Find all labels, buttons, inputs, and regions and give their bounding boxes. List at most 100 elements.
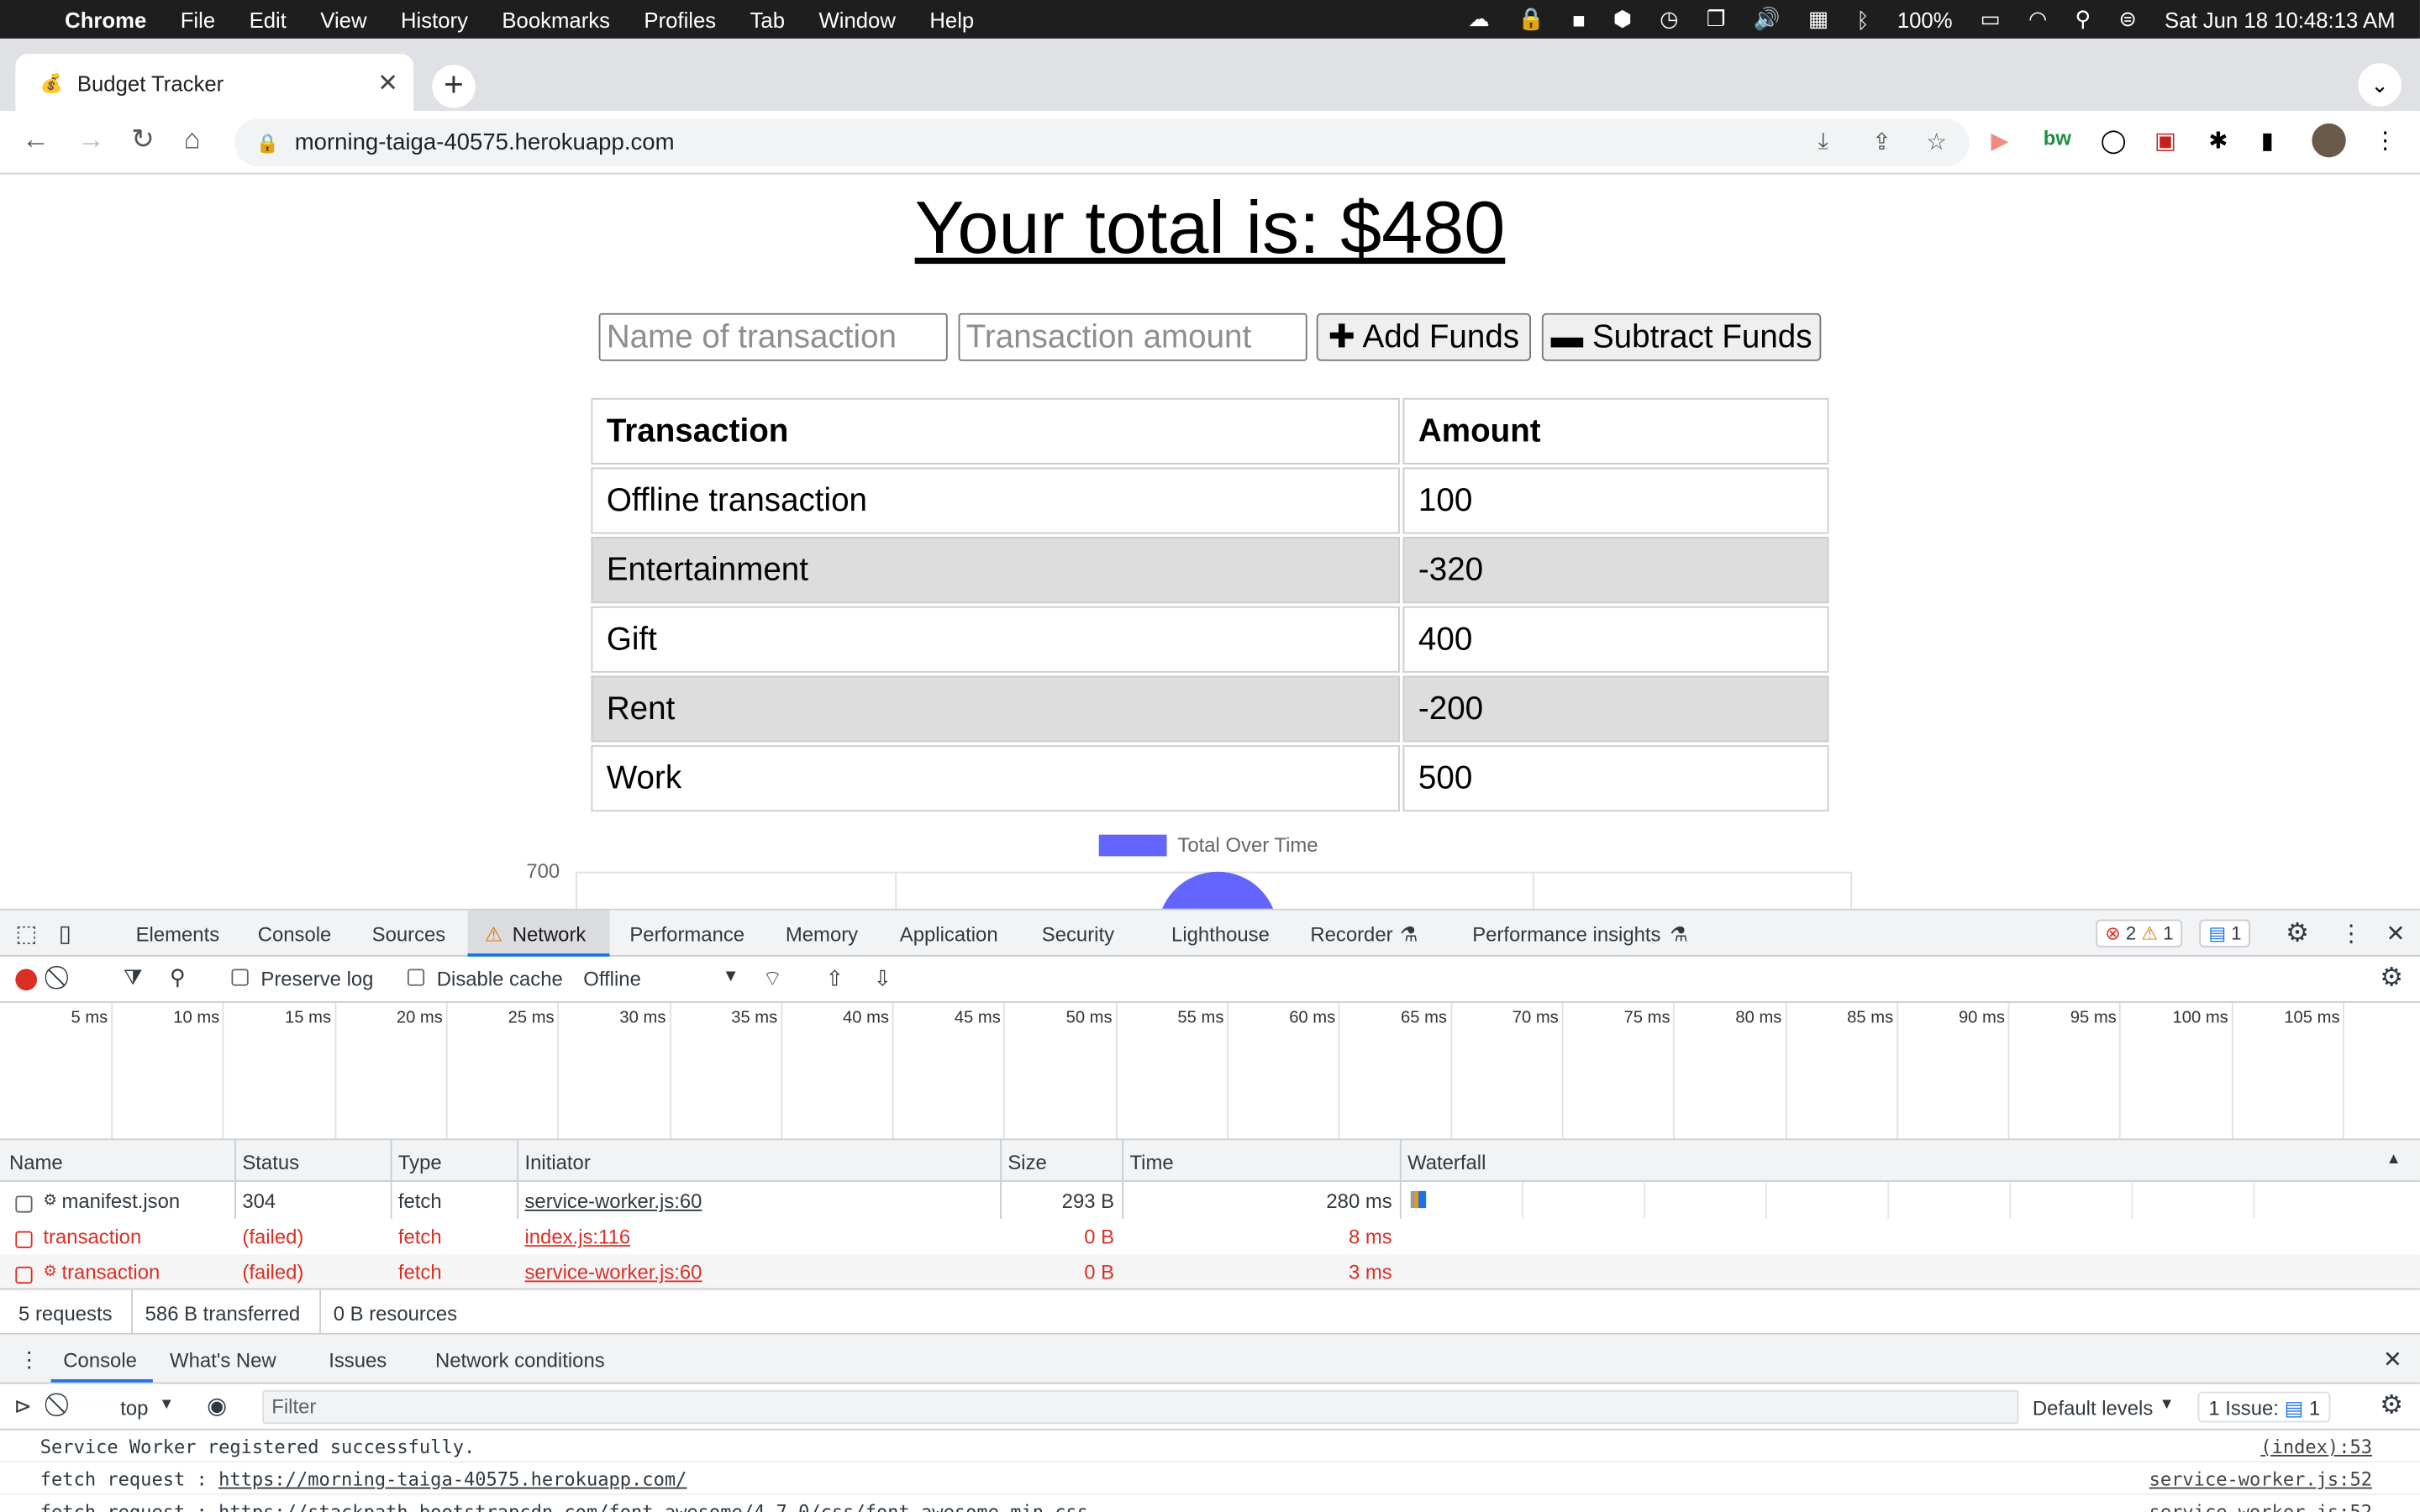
control-center-icon[interactable]: ⊜: [2118, 6, 2137, 32]
request-name[interactable]: transaction: [43, 1225, 141, 1248]
row-checkbox[interactable]: [15, 1191, 33, 1215]
reload-icon[interactable]: ↻: [131, 123, 155, 156]
chevron-down-icon[interactable]: ▼: [723, 968, 739, 986]
menu-bookmarks[interactable]: Bookmarks: [502, 7, 610, 31]
spotlight-search-icon[interactable]: ⚲: [2075, 6, 2091, 32]
waterfall-bar[interactable]: [1410, 1190, 1427, 1209]
extension-pdf-icon[interactable]: ▣: [2154, 127, 2176, 154]
close-tab-icon[interactable]: ✕: [377, 67, 398, 98]
import-har-icon[interactable]: ⇧: [826, 966, 844, 992]
home-icon[interactable]: ⌂: [184, 123, 201, 156]
menubar-clock[interactable]: Sat Jun 18 10:48:13 AM: [2165, 7, 2396, 31]
preserve-log-checkbox[interactable]: [231, 969, 249, 986]
chevron-down-icon[interactable]: ▼: [159, 1396, 174, 1413]
back-arrow-icon[interactable]: ←: [22, 123, 50, 156]
menu-file[interactable]: File: [181, 7, 215, 31]
request-name[interactable]: transaction: [61, 1261, 160, 1284]
install-app-icon[interactable]: ⤓: [1818, 128, 1828, 154]
col-size[interactable]: Size: [1007, 1151, 1046, 1174]
request-initiator[interactable]: service-worker.js:60: [524, 1261, 702, 1284]
console-message-link[interactable]: https://stackpath.bootstrapcdn.com/font-…: [218, 1501, 1088, 1512]
row-checkbox[interactable]: [15, 1262, 33, 1285]
tab-sources[interactable]: Sources: [372, 922, 446, 946]
menu-view[interactable]: View: [320, 7, 366, 31]
extension-code-icon[interactable]: ◯: [2101, 127, 2127, 154]
close-drawer-icon[interactable]: ✕: [2383, 1346, 2402, 1373]
close-devtools-icon[interactable]: ✕: [2386, 920, 2406, 948]
tab-recorder[interactable]: Recorder: [1310, 922, 1392, 946]
col-status[interactable]: Status: [242, 1151, 299, 1174]
bluetooth-icon[interactable]: ᛒ: [1856, 7, 1869, 31]
transaction-amount-input[interactable]: Transaction amount: [958, 312, 1307, 361]
menu-profiles[interactable]: Profiles: [644, 7, 716, 31]
add-funds-button[interactable]: ✚ Add Funds: [1316, 312, 1532, 361]
search-icon[interactable]: ⚲: [170, 964, 186, 990]
record-icon[interactable]: [15, 969, 38, 991]
console-message-source[interactable]: service-worker.js:52: [2149, 1469, 2372, 1491]
bookmark-star-icon[interactable]: ☆: [1926, 128, 1947, 155]
console-message-source[interactable]: service-worker.js:52: [2149, 1501, 2372, 1512]
tab-network[interactable]: Network: [513, 922, 587, 946]
menu-tab[interactable]: Tab: [750, 7, 785, 31]
address-bar[interactable]: 🔒 morning-taiga-40575.herokuapp.com ⤓ ⇪ …: [234, 118, 1970, 167]
forward-arrow-icon[interactable]: →: [77, 123, 105, 156]
network-settings-icon[interactable]: ⚙: [2380, 963, 2403, 994]
filter-icon[interactable]: ⧩: [124, 964, 143, 990]
throttle-select[interactable]: Offline: [583, 968, 641, 991]
messages-badge[interactable]: ▤ 1: [2199, 919, 2251, 948]
tab-security[interactable]: Security: [1042, 922, 1114, 946]
context-select[interactable]: top: [120, 1396, 148, 1420]
menu-history[interactable]: History: [401, 7, 468, 31]
device-toolbar-icon[interactable]: ▯: [59, 920, 71, 948]
sidebar-toggle-icon[interactable]: ⊳: [14, 1394, 33, 1420]
chrome-menu-icon[interactable]: ⋮: [2374, 127, 2397, 154]
profile-avatar[interactable]: [2312, 123, 2346, 158]
col-name[interactable]: Name: [9, 1151, 63, 1174]
creative-cloud-icon[interactable]: ☁: [1468, 6, 1490, 32]
sort-up-icon[interactable]: ▲: [2386, 1151, 2402, 1168]
settings-gear-icon[interactable]: ⚙: [2286, 918, 2309, 949]
drawer-tab-issues[interactable]: Issues: [329, 1348, 387, 1372]
col-waterfall[interactable]: Waterfall: [1407, 1151, 1486, 1174]
volume-icon[interactable]: 🔊: [1754, 6, 1781, 32]
menu-help[interactable]: Help: [929, 7, 974, 31]
subtract-funds-button[interactable]: ▬ Subtract Funds: [1541, 312, 1822, 361]
col-time[interactable]: Time: [1129, 1151, 1173, 1174]
tab-search-chevron-icon[interactable]: ⌄: [2358, 63, 2402, 107]
console-filter-input[interactable]: Filter: [262, 1389, 2019, 1425]
network-conditions-icon[interactable]: ⌔: [762, 966, 782, 994]
tab-performance-insights[interactable]: Performance insights: [1472, 922, 1660, 946]
drawer-tab-whats-new[interactable]: What's New: [170, 1348, 276, 1372]
log-levels-select[interactable]: Default levels: [2033, 1396, 2153, 1420]
col-initiator[interactable]: Initiator: [524, 1151, 590, 1174]
console-counts-badge[interactable]: ⊗ 2 ⚠ 1: [2096, 919, 2183, 948]
time-machine-icon[interactable]: ◷: [1660, 6, 1678, 32]
inspect-element-icon[interactable]: ⬚: [15, 920, 37, 948]
drawer-tab-network-conditions[interactable]: Network conditions: [435, 1348, 605, 1372]
issues-counter[interactable]: 1 Issue: ▤ 1: [2197, 1391, 2331, 1423]
extension-video-icon[interactable]: ▶: [1991, 127, 2008, 154]
chevron-down-icon[interactable]: ▼: [2160, 1396, 2175, 1413]
camera-icon[interactable]: ■: [1572, 7, 1586, 31]
tab-application[interactable]: Application: [900, 922, 998, 946]
row-checkbox[interactable]: [15, 1226, 33, 1250]
transaction-name-input[interactable]: Name of transaction: [598, 312, 948, 361]
col-type[interactable]: Type: [398, 1151, 442, 1174]
side-panel-icon[interactable]: ▮: [2261, 127, 2274, 154]
table-row[interactable]: transaction (failed) fetch index.js:116 …: [0, 1218, 2420, 1255]
extensions-puzzle-icon[interactable]: ✱: [2208, 127, 2228, 154]
shield-icon[interactable]: ⬢: [1613, 6, 1632, 32]
console-message-source[interactable]: (index):53: [2260, 1436, 2372, 1458]
tab-lighthouse[interactable]: Lighthouse: [1171, 922, 1270, 946]
browser-tab-budget-tracker[interactable]: 💰 Budget Tracker ✕: [15, 54, 414, 112]
tab-performance[interactable]: Performance: [629, 922, 744, 946]
table-row[interactable]: ⚙ transaction (failed) fetch service-wor…: [0, 1254, 2420, 1290]
menu-edit[interactable]: Edit: [250, 7, 287, 31]
url-text[interactable]: morning-taiga-40575.herokuapp.com: [295, 129, 675, 155]
flag-icon[interactable]: ▦: [1808, 6, 1828, 32]
live-expression-eye-icon[interactable]: ◉: [207, 1392, 227, 1420]
new-tab-button[interactable]: +: [432, 65, 476, 108]
disable-cache-checkbox[interactable]: [407, 969, 425, 986]
table-row[interactable]: ⚙ manifest.json 304 fetch service-worker…: [0, 1184, 2420, 1219]
extension-bw-icon[interactable]: bw: [2044, 127, 2071, 150]
